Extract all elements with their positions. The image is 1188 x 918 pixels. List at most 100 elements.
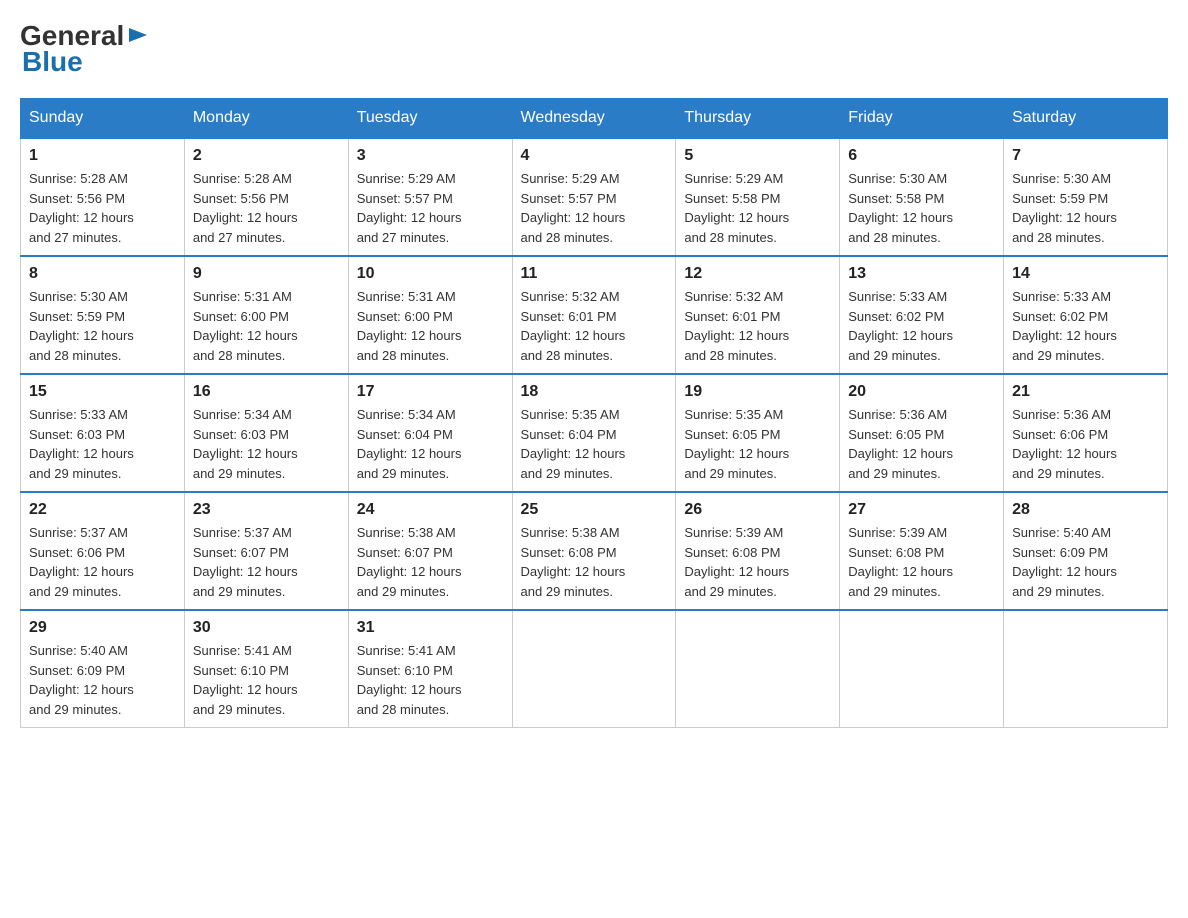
day-header-friday: Friday [840, 99, 1004, 139]
day-info: Sunrise: 5:38 AMSunset: 6:08 PMDaylight:… [521, 523, 668, 601]
day-number: 23 [193, 501, 340, 519]
day-number: 6 [848, 147, 995, 165]
day-info: Sunrise: 5:33 AMSunset: 6:02 PMDaylight:… [848, 287, 995, 365]
day-header-thursday: Thursday [676, 99, 840, 139]
day-number: 30 [193, 619, 340, 637]
calendar-cell: 13Sunrise: 5:33 AMSunset: 6:02 PMDayligh… [840, 256, 1004, 374]
week-row-1: 1 Sunrise: 5:28 AMSunset: 5:56 PMDaylight… [21, 138, 1168, 256]
day-number: 9 [193, 265, 340, 283]
week-row-4: 22 Sunrise: 5:37 AMSunset: 6:06 PMDayligh… [21, 492, 1168, 610]
day-info: Sunrise: 5:40 AMSunset: 6:09 PMDaylight:… [29, 641, 176, 719]
logo-blue-text: Blue [22, 46, 83, 78]
calendar-cell: 19 Sunrise: 5:35 AMSunset: 6:05 PMDayligh… [676, 374, 840, 492]
day-info: Sunrise: 5:30 AMSunset: 5:59 PMDaylight:… [29, 287, 176, 365]
calendar-cell: 8 Sunrise: 5:30 AMSunset: 5:59 PMDaylight… [21, 256, 185, 374]
calendar-cell: 2Sunrise: 5:28 AMSunset: 5:56 PMDaylight… [184, 138, 348, 256]
day-header-sunday: Sunday [21, 99, 185, 139]
day-number: 12 [684, 265, 831, 283]
day-info: Sunrise: 5:29 AMSunset: 5:57 PMDaylight:… [521, 169, 668, 247]
calendar-cell [1004, 610, 1168, 728]
calendar-cell: 30 Sunrise: 5:41 AMSunset: 6:10 PMDayligh… [184, 610, 348, 728]
day-number: 15 [29, 383, 176, 401]
calendar-cell: 11Sunrise: 5:32 AMSunset: 6:01 PMDayligh… [512, 256, 676, 374]
week-row-3: 15 Sunrise: 5:33 AMSunset: 6:03 PMDayligh… [21, 374, 1168, 492]
calendar-cell: 10 Sunrise: 5:31 AMSunset: 6:00 PMDayligh… [348, 256, 512, 374]
day-number: 8 [29, 265, 176, 283]
day-info: Sunrise: 5:28 AMSunset: 5:56 PMDaylight:… [29, 169, 176, 247]
day-header-monday: Monday [184, 99, 348, 139]
calendar-cell: 29 Sunrise: 5:40 AMSunset: 6:09 PMDayligh… [21, 610, 185, 728]
week-row-2: 8 Sunrise: 5:30 AMSunset: 5:59 PMDaylight… [21, 256, 1168, 374]
day-number: 20 [848, 383, 995, 401]
calendar-cell: 12 Sunrise: 5:32 AMSunset: 6:01 PMDayligh… [676, 256, 840, 374]
day-number: 1 [29, 147, 176, 165]
day-info: Sunrise: 5:36 AMSunset: 6:06 PMDaylight:… [1012, 405, 1159, 483]
calendar-cell: 1 Sunrise: 5:28 AMSunset: 5:56 PMDaylight… [21, 138, 185, 256]
day-number: 24 [357, 501, 504, 519]
day-info: Sunrise: 5:41 AMSunset: 6:10 PMDaylight:… [193, 641, 340, 719]
calendar-cell: 24 Sunrise: 5:38 AMSunset: 6:07 PMDayligh… [348, 492, 512, 610]
day-number: 18 [521, 383, 668, 401]
day-info: Sunrise: 5:31 AMSunset: 6:00 PMDaylight:… [193, 287, 340, 365]
day-info: Sunrise: 5:37 AMSunset: 6:06 PMDaylight:… [29, 523, 176, 601]
day-info: Sunrise: 5:38 AMSunset: 6:07 PMDaylight:… [357, 523, 504, 601]
calendar-cell: 31 Sunrise: 5:41 AMSunset: 6:10 PMDayligh… [348, 610, 512, 728]
day-number: 17 [357, 383, 504, 401]
calendar-cell [512, 610, 676, 728]
calendar-cell: 7Sunrise: 5:30 AMSunset: 5:59 PMDaylight… [1004, 138, 1168, 256]
calendar-cell: 5 Sunrise: 5:29 AMSunset: 5:58 PMDaylight… [676, 138, 840, 256]
calendar-header-row: SundayMondayTuesdayWednesdayThursdayFrid… [21, 99, 1168, 139]
calendar-cell: 18 Sunrise: 5:35 AMSunset: 6:04 PMDayligh… [512, 374, 676, 492]
calendar-cell: 9 Sunrise: 5:31 AMSunset: 6:00 PMDaylight… [184, 256, 348, 374]
day-number: 19 [684, 383, 831, 401]
calendar-cell: 26Sunrise: 5:39 AMSunset: 6:08 PMDayligh… [676, 492, 840, 610]
day-info: Sunrise: 5:36 AMSunset: 6:05 PMDaylight:… [848, 405, 995, 483]
calendar-cell: 23Sunrise: 5:37 AMSunset: 6:07 PMDayligh… [184, 492, 348, 610]
day-info: Sunrise: 5:31 AMSunset: 6:00 PMDaylight:… [357, 287, 504, 365]
day-number: 14 [1012, 265, 1159, 283]
calendar-cell: 21 Sunrise: 5:36 AMSunset: 6:06 PMDayligh… [1004, 374, 1168, 492]
day-info: Sunrise: 5:33 AMSunset: 6:02 PMDaylight:… [1012, 287, 1159, 365]
day-number: 22 [29, 501, 176, 519]
day-info: Sunrise: 5:30 AMSunset: 5:58 PMDaylight:… [848, 169, 995, 247]
day-number: 10 [357, 265, 504, 283]
day-number: 31 [357, 619, 504, 637]
day-info: Sunrise: 5:35 AMSunset: 6:04 PMDaylight:… [521, 405, 668, 483]
day-info: Sunrise: 5:34 AMSunset: 6:04 PMDaylight:… [357, 405, 504, 483]
day-info: Sunrise: 5:39 AMSunset: 6:08 PMDaylight:… [684, 523, 831, 601]
day-info: Sunrise: 5:34 AMSunset: 6:03 PMDaylight:… [193, 405, 340, 483]
day-header-saturday: Saturday [1004, 99, 1168, 139]
calendar-cell: 17 Sunrise: 5:34 AMSunset: 6:04 PMDayligh… [348, 374, 512, 492]
day-number: 11 [521, 265, 668, 283]
day-header-wednesday: Wednesday [512, 99, 676, 139]
logo-arrow-icon [127, 24, 149, 51]
calendar-cell: 16 Sunrise: 5:34 AMSunset: 6:03 PMDayligh… [184, 374, 348, 492]
day-info: Sunrise: 5:41 AMSunset: 6:10 PMDaylight:… [357, 641, 504, 719]
day-number: 21 [1012, 383, 1159, 401]
calendar-cell: 27Sunrise: 5:39 AMSunset: 6:08 PMDayligh… [840, 492, 1004, 610]
day-info: Sunrise: 5:29 AMSunset: 5:58 PMDaylight:… [684, 169, 831, 247]
day-info: Sunrise: 5:30 AMSunset: 5:59 PMDaylight:… [1012, 169, 1159, 247]
day-number: 29 [29, 619, 176, 637]
logo: General Blue [20, 20, 149, 78]
day-header-tuesday: Tuesday [348, 99, 512, 139]
day-info: Sunrise: 5:32 AMSunset: 6:01 PMDaylight:… [684, 287, 831, 365]
calendar-cell [840, 610, 1004, 728]
day-info: Sunrise: 5:35 AMSunset: 6:05 PMDaylight:… [684, 405, 831, 483]
page-header: General Blue [20, 20, 1168, 78]
day-number: 28 [1012, 501, 1159, 519]
calendar-cell: 22 Sunrise: 5:37 AMSunset: 6:06 PMDayligh… [21, 492, 185, 610]
day-number: 5 [684, 147, 831, 165]
day-number: 2 [193, 147, 340, 165]
calendar-cell: 15 Sunrise: 5:33 AMSunset: 6:03 PMDayligh… [21, 374, 185, 492]
calendar-cell: 20 Sunrise: 5:36 AMSunset: 6:05 PMDayligh… [840, 374, 1004, 492]
day-info: Sunrise: 5:40 AMSunset: 6:09 PMDaylight:… [1012, 523, 1159, 601]
calendar-cell: 4 Sunrise: 5:29 AMSunset: 5:57 PMDaylight… [512, 138, 676, 256]
calendar-cell: 25Sunrise: 5:38 AMSunset: 6:08 PMDayligh… [512, 492, 676, 610]
calendar-cell [676, 610, 840, 728]
day-number: 16 [193, 383, 340, 401]
day-number: 4 [521, 147, 668, 165]
day-info: Sunrise: 5:33 AMSunset: 6:03 PMDaylight:… [29, 405, 176, 483]
calendar-table: SundayMondayTuesdayWednesdayThursdayFrid… [20, 98, 1168, 728]
calendar-cell: 6 Sunrise: 5:30 AMSunset: 5:58 PMDaylight… [840, 138, 1004, 256]
